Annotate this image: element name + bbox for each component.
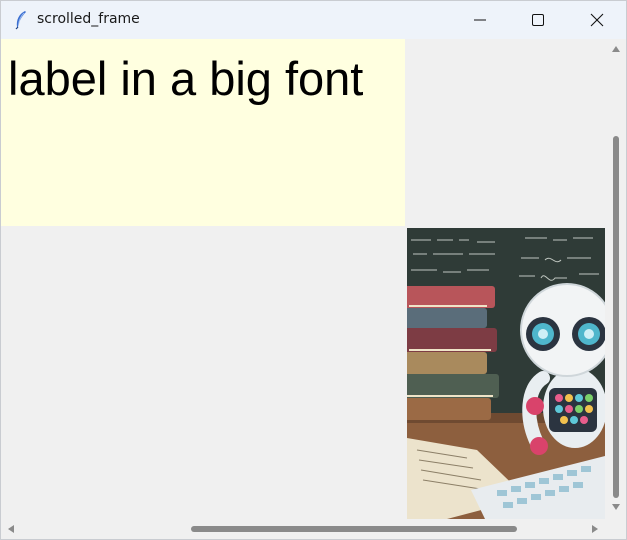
scroll-down-arrow-icon[interactable] [611, 503, 621, 511]
scroll-up-arrow-icon[interactable] [611, 45, 621, 53]
minimize-icon [474, 19, 486, 21]
horizontal-scroll-thumb[interactable] [191, 526, 517, 532]
minimize-button[interactable] [451, 1, 509, 39]
scroll-left-arrow-icon[interactable] [7, 524, 15, 534]
vertical-scrollbar[interactable] [606, 39, 626, 519]
scrolled-frame-canvas[interactable]: label in a big font [1, 39, 626, 539]
maximize-button[interactable] [509, 1, 567, 39]
maximize-icon [532, 14, 544, 26]
horizontal-scrollbar[interactable] [1, 519, 606, 539]
big-font-label: label in a big font [1, 39, 405, 226]
window-title: scrolled_frame [37, 11, 140, 27]
title-bar[interactable]: scrolled_frame [1, 1, 626, 39]
close-button[interactable] [568, 1, 626, 39]
feather-icon [13, 10, 29, 30]
robot-books-image [407, 228, 605, 519]
vertical-scroll-thumb[interactable] [613, 136, 619, 498]
close-icon [590, 13, 604, 27]
app-window: scrolled_frame label in a big font [0, 0, 627, 540]
scrollbar-corner [606, 519, 626, 539]
big-font-label-text: label in a big font [8, 52, 364, 105]
scroll-right-arrow-icon[interactable] [591, 524, 599, 534]
